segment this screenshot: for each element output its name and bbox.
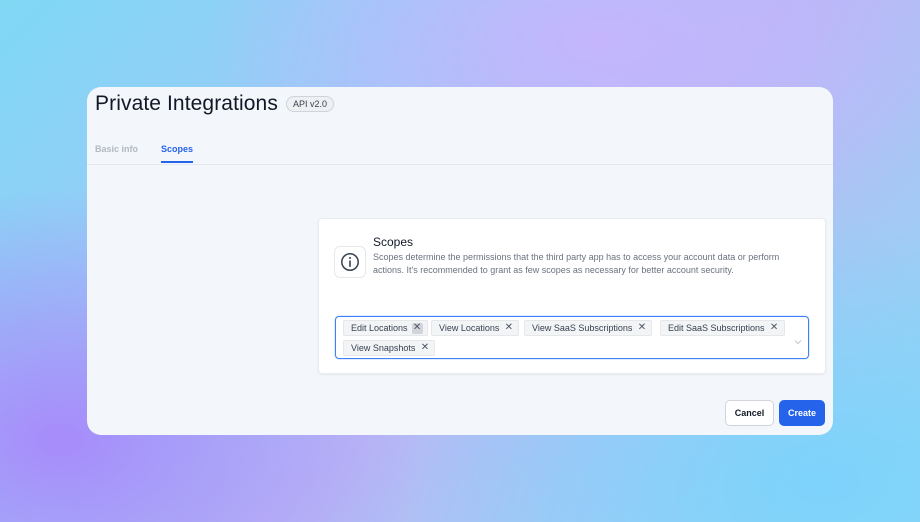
chevron-down-icon[interactable]	[794, 332, 802, 350]
remove-scope-icon[interactable]: ✕	[636, 323, 647, 334]
remove-scope-icon[interactable]: ✕	[411, 322, 423, 334]
scope-chip-edit-saas-subscriptions: Edit SaaS Subscriptions ✕	[660, 320, 785, 336]
scopes-multiselect[interactable]: Edit Locations ✕ View Locations ✕ View S…	[335, 316, 809, 359]
tabs-divider	[87, 164, 833, 165]
scopes-description: Scopes determine the permissions that th…	[373, 252, 780, 275]
header: Private Integrations API v2.0	[95, 92, 334, 116]
cancel-button[interactable]: Cancel	[725, 400, 774, 426]
remove-scope-icon[interactable]: ✕	[503, 323, 514, 334]
tab-scopes[interactable]: Scopes	[161, 144, 194, 163]
create-button[interactable]: Create	[779, 400, 825, 426]
scopes-card: Scopes Scopes determine the permissions …	[318, 218, 826, 374]
tab-basic-info[interactable]: Basic info	[95, 144, 138, 163]
tab-bar: Basic info Scopes	[95, 144, 216, 163]
scope-chip-label: View Snapshots	[351, 343, 416, 353]
scope-chip-edit-locations: Edit Locations ✕	[343, 320, 428, 336]
remove-scope-icon[interactable]: ✕	[419, 343, 430, 354]
info-icon	[334, 246, 366, 278]
page-title: Private Integrations	[95, 92, 278, 115]
scope-chip-label: Edit SaaS Subscriptions	[668, 323, 765, 333]
scope-chip-label: View Locations	[439, 323, 500, 333]
scope-chip-label: Edit Locations	[351, 323, 408, 333]
remove-scope-icon[interactable]: ✕	[769, 323, 780, 334]
scope-chip-view-locations: View Locations ✕	[431, 320, 520, 336]
api-version-badge: API v2.0	[285, 96, 334, 112]
integration-panel: Private Integrations API v2.0 Basic info…	[87, 87, 833, 435]
scope-chip-label: View SaaS Subscriptions	[532, 323, 633, 333]
scopes-title: Scopes	[373, 235, 414, 249]
scope-chip-view-snapshots: View Snapshots ✕	[343, 340, 436, 356]
scope-chip-view-saas-subscriptions: View SaaS Subscriptions ✕	[524, 320, 653, 336]
